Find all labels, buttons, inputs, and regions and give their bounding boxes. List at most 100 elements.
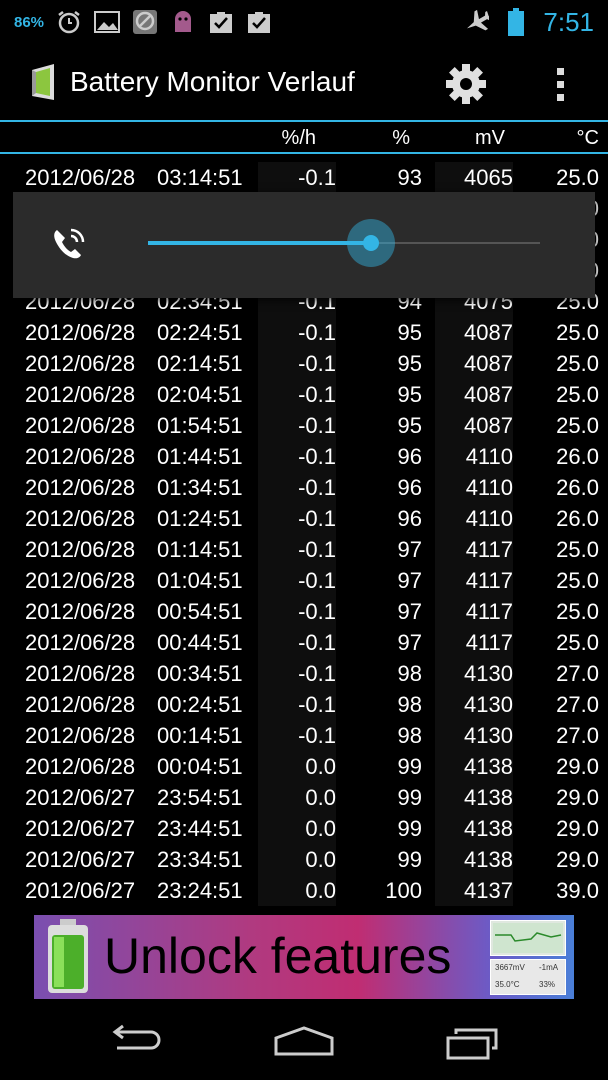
- row-rate: -0.1: [258, 317, 336, 348]
- table-row[interactable]: 2012/06/27 23:24:51 0.0 100 4137 39.0: [0, 875, 608, 906]
- row-date: 2012/06/28: [25, 661, 136, 686]
- row-time: 00:14:51: [157, 723, 243, 748]
- android-icon: [170, 9, 196, 35]
- table-row[interactable]: 2012/06/28 00:34:51 -0.1 98 4130 27.0: [0, 658, 608, 689]
- checkbox-icon: [246, 9, 272, 35]
- row-date: 2012/06/27: [25, 878, 136, 903]
- row-rate: -0.1: [258, 410, 336, 441]
- row-temperature: 27.0: [556, 723, 599, 748]
- table-row[interactable]: 2012/06/28 01:44:51 -0.1 96 4110 26.0: [0, 441, 608, 472]
- row-rate: -0.1: [258, 565, 336, 596]
- row-date: 2012/06/28: [25, 630, 136, 655]
- row-temperature: 25.0: [556, 568, 599, 593]
- row-time: 23:54:51: [157, 785, 243, 810]
- row-millivolts: 4138: [435, 751, 513, 782]
- ad-banner[interactable]: Unlock features 3667mV -1mA 35.0°C 33%: [34, 915, 574, 999]
- row-millivolts: 4138: [435, 813, 513, 844]
- row-percent: 96: [397, 475, 422, 500]
- action-bar: Battery Monitor Verlauf: [0, 44, 608, 122]
- row-millivolts: 4087: [435, 410, 513, 441]
- table-row[interactable]: 2012/06/28 01:54:51 -0.1 95 4087 25.0: [0, 410, 608, 441]
- row-temperature: 25.0: [556, 351, 599, 376]
- table-row[interactable]: 2012/06/28 02:14:51 -0.1 95 4087 25.0: [0, 348, 608, 379]
- row-millivolts: 4137: [435, 875, 513, 906]
- table-row[interactable]: 2012/06/27 23:34:51 0.0 99 4138 29.0: [0, 844, 608, 875]
- row-date: 2012/06/28: [25, 382, 136, 407]
- volume-slider[interactable]: [148, 219, 540, 267]
- row-rate: 0.0: [258, 844, 336, 875]
- row-temperature: 25.0: [556, 382, 599, 407]
- row-date: 2012/06/28: [25, 444, 136, 469]
- row-percent: 99: [397, 847, 422, 872]
- row-time: 02:24:51: [157, 320, 243, 345]
- thumb-percent: 33%: [539, 980, 556, 989]
- table-row[interactable]: 2012/06/28 03:14:51 -0.1 93 4065 25.0: [0, 162, 608, 193]
- row-rate: -0.1: [258, 503, 336, 534]
- table-row[interactable]: 2012/06/28 01:34:51 -0.1 96 4110 26.0: [0, 472, 608, 503]
- overflow-menu-button[interactable]: [540, 58, 580, 110]
- row-time: 01:14:51: [157, 537, 243, 562]
- row-percent: 95: [397, 413, 422, 438]
- row-millivolts: 4087: [435, 379, 513, 410]
- home-button[interactable]: [264, 1014, 344, 1070]
- table-row[interactable]: 2012/06/28 00:24:51 -0.1 98 4130 27.0: [0, 689, 608, 720]
- row-rate: -0.1: [258, 596, 336, 627]
- table-row[interactable]: 2012/06/28 00:14:51 -0.1 98 4130 27.0: [0, 720, 608, 751]
- image-icon: [94, 9, 121, 35]
- table-row[interactable]: 2012/06/27 23:54:51 0.0 99 4138 29.0: [0, 782, 608, 813]
- row-date: 2012/06/28: [25, 475, 136, 500]
- table-header: %/h % mV °C: [0, 122, 608, 154]
- volume-slider-thumb[interactable]: [347, 219, 396, 267]
- gear-icon: [446, 64, 486, 104]
- table-row[interactable]: 2012/06/28 02:24:51 -0.1 95 4087 25.0: [0, 317, 608, 348]
- volume-slider-fill: [148, 241, 372, 245]
- row-time: 02:14:51: [157, 351, 243, 376]
- table-row[interactable]: 2012/06/28 02:04:51 -0.1 95 4087 25.0: [0, 379, 608, 410]
- phone-ringer-icon: [54, 228, 85, 259]
- ad-widget-thumbnail: 3667mV -1mA 35.0°C 33%: [490, 959, 566, 995]
- ad-graph-thumbnail: [490, 920, 566, 956]
- table-row[interactable]: 2012/06/28 00:04:51 0.0 99 4138 29.0: [0, 751, 608, 782]
- row-temperature: 25.0: [556, 413, 599, 438]
- thumb-millivolts: 3667mV: [495, 963, 525, 972]
- row-rate: -0.1: [258, 472, 336, 503]
- battery-icon: [48, 919, 88, 993]
- row-time: 01:54:51: [157, 413, 243, 438]
- header-millivolts: mV: [475, 127, 505, 149]
- table-row[interactable]: 2012/06/28 00:54:51 -0.1 97 4117 25.0: [0, 596, 608, 627]
- header-percent: %: [392, 127, 410, 149]
- row-millivolts: 4117: [435, 534, 513, 565]
- row-date: 2012/06/28: [25, 754, 136, 779]
- table-row[interactable]: 2012/06/28 00:44:51 -0.1 97 4117 25.0: [0, 627, 608, 658]
- row-millivolts: 4065: [435, 162, 513, 193]
- row-rate: 0.0: [258, 813, 336, 844]
- row-percent: 99: [397, 754, 422, 779]
- app-icon[interactable]: [28, 62, 58, 102]
- row-date: 2012/06/28: [25, 351, 136, 376]
- overflow-menu-icon: [556, 67, 564, 75]
- row-temperature: 26.0: [556, 475, 599, 500]
- row-temperature: 25.0: [556, 537, 599, 562]
- row-millivolts: 4130: [435, 658, 513, 689]
- table-row[interactable]: 2012/06/28 01:14:51 -0.1 97 4117 25.0: [0, 534, 608, 565]
- table-row[interactable]: 2012/06/28 01:04:51 -0.1 97 4117 25.0: [0, 565, 608, 596]
- settings-button[interactable]: [440, 58, 492, 110]
- header-divider: [0, 152, 608, 154]
- row-temperature: 26.0: [556, 444, 599, 469]
- header-temperature: °C: [576, 127, 599, 149]
- recent-apps-button[interactable]: [434, 1014, 514, 1070]
- row-percent: 100: [385, 878, 422, 903]
- alarm-icon: [56, 9, 82, 35]
- volume-popup: [13, 192, 595, 298]
- row-percent: 98: [397, 661, 422, 686]
- row-temperature: 29.0: [556, 785, 599, 810]
- clock: 7:51: [543, 6, 594, 37]
- row-time: 00:54:51: [157, 599, 243, 624]
- back-button[interactable]: [95, 1014, 175, 1070]
- row-rate: -0.1: [258, 689, 336, 720]
- table-row[interactable]: 2012/06/27 23:44:51 0.0 99 4138 29.0: [0, 813, 608, 844]
- table-row[interactable]: 2012/06/28 01:24:51 -0.1 96 4110 26.0: [0, 503, 608, 534]
- row-percent: 95: [397, 351, 422, 376]
- row-time: 23:24:51: [157, 878, 243, 903]
- row-temperature: 25.0: [556, 320, 599, 345]
